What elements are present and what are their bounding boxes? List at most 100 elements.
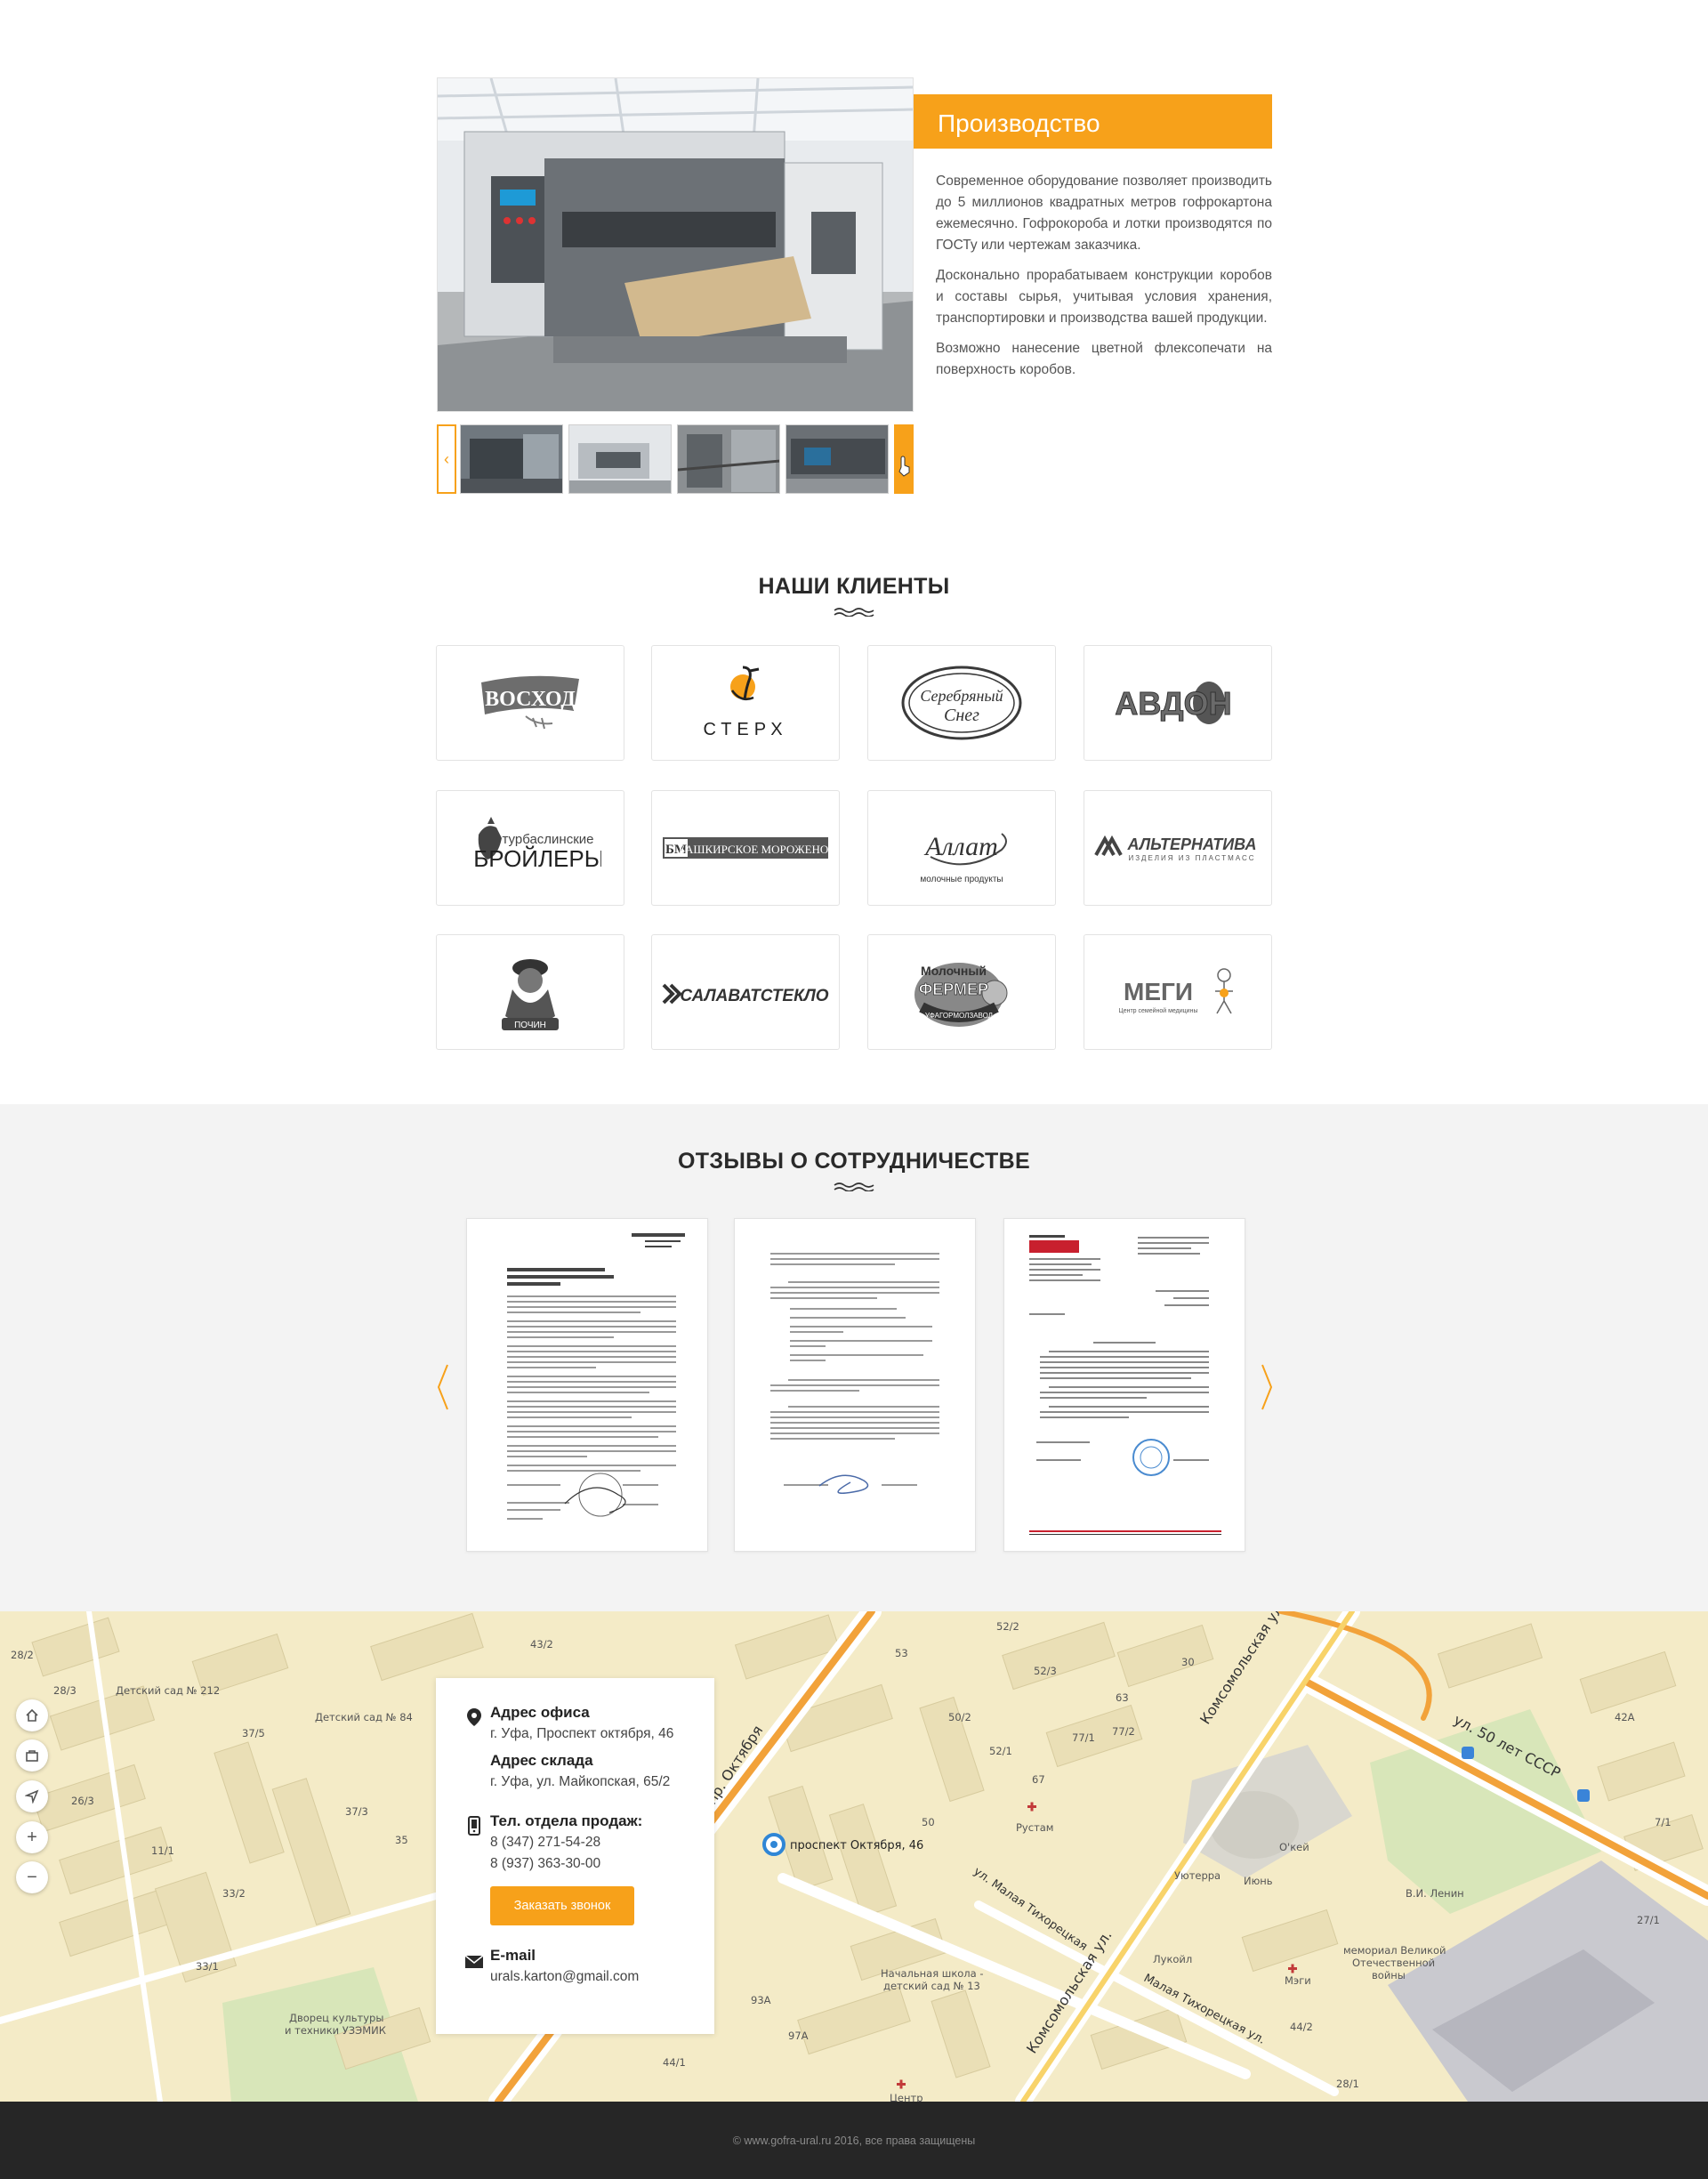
- map-house-number: 43/2: [530, 1638, 553, 1650]
- client-logo-text: Молочный: [921, 964, 987, 978]
- production-main-photo: [437, 77, 914, 412]
- thumbnail[interactable]: [460, 424, 563, 494]
- map-house-number: 33/2: [222, 1887, 246, 1900]
- client-logo-text: Центр семейной медицины: [1119, 1007, 1198, 1014]
- thumbnail[interactable]: [568, 424, 672, 494]
- client-logo-molochny-fermer[interactable]: Молочный ФЕРМЕР УФАГОРМОЛЗАВОД: [867, 934, 1056, 1050]
- map-house-number: 37/3: [345, 1805, 368, 1818]
- review-letter-2[interactable]: [734, 1218, 976, 1552]
- client-logo-avdon[interactable]: АВДОН: [1084, 645, 1272, 761]
- thumbs-next-button[interactable]: [894, 424, 914, 494]
- footer: © www.gofra-ural.ru 2016, все права защи…: [0, 2102, 1708, 2179]
- map-place-label: Дворец культуры: [289, 2012, 384, 2024]
- client-logo-text: СТЕРХ: [703, 720, 787, 739]
- client-logo-serebryany-sneg[interactable]: Серебряный Снег: [867, 645, 1056, 761]
- map-place-label: Начальная школа -: [881, 1967, 984, 1980]
- email-value[interactable]: urals.karton@gmail.com: [490, 1966, 639, 1988]
- map-house-number: 30: [1181, 1656, 1195, 1668]
- reviews-prev-arrow-icon[interactable]: [434, 1360, 452, 1414]
- phone-number[interactable]: 8 (347) 271-54-28: [490, 1832, 642, 1853]
- map-place-label: мемориал Великой: [1343, 1944, 1446, 1957]
- production-paragraph: Современное оборудование позволяет произ…: [936, 174, 1272, 253]
- map-house-number: 28/1: [1336, 2078, 1359, 2090]
- client-logo-pochin[interactable]: ПОЧИН: [436, 934, 624, 1050]
- phone-label: Тел. отдела продаж:: [490, 1812, 643, 1829]
- map-house-number: 27/1: [1637, 1914, 1660, 1926]
- phone-block: Тел. отдела продаж: 8 (347) 271-54-28 8 …: [490, 1811, 642, 1875]
- order-call-button[interactable]: Заказать звонок: [490, 1886, 634, 1925]
- map-zoom-out-button[interactable]: −: [16, 1861, 48, 1893]
- map-house-number: 63: [1116, 1691, 1129, 1704]
- map-place-label: и техники УЗЭМИК: [285, 2024, 386, 2037]
- review-letter-3[interactable]: [1003, 1218, 1245, 1552]
- map-section[interactable]: пр. Октября Комсомольская ул. Комсомольс…: [0, 1611, 1708, 2102]
- thumbnail[interactable]: [786, 424, 889, 494]
- client-logo-text: Снег: [944, 706, 979, 725]
- client-logo-text: ВОСХОД: [485, 688, 576, 711]
- client-logo-alternativa[interactable]: АЛЬТЕРНАТИВА ИЗДЕЛИЯ ИЗ ПЛАСТМАСС: [1084, 790, 1272, 906]
- map-house-number: 42А: [1615, 1711, 1635, 1723]
- client-logo-text: МЕГИ: [1124, 978, 1193, 1005]
- client-logo-text: БАШКИРСКОЕ МОРОЖЕНОЕ: [679, 843, 830, 856]
- map-place-label: О'кей: [1279, 1841, 1309, 1853]
- reviews-title: ОТЗЫВЫ О СОТРУДНИЧЕСТВЕ: [678, 1149, 1030, 1174]
- map-house-number: 67: [1032, 1773, 1045, 1786]
- map-layers-icon[interactable]: [16, 1739, 48, 1771]
- map-house-number: 28/3: [53, 1684, 77, 1697]
- thumbs-prev-button[interactable]: ‹: [437, 424, 456, 494]
- thumbnail[interactable]: [677, 424, 780, 494]
- map-house-number: 50/2: [948, 1711, 971, 1723]
- client-logo-text: УФАГОРМОЛЗАВОД: [925, 1012, 994, 1020]
- email-label: E-mail: [490, 1947, 536, 1964]
- map-house-number: 37/5: [242, 1727, 265, 1739]
- wave-divider-icon: [834, 608, 874, 617]
- map-house-number: 93А: [751, 1994, 771, 2006]
- map-place-label: Детский сад № 84: [315, 1711, 413, 1723]
- office-address-value: г. Уфа, Проспект октября, 46: [490, 1726, 674, 1741]
- map-home-icon[interactable]: [16, 1699, 48, 1731]
- map-place-label: войны: [1372, 1969, 1406, 1981]
- production-section: ‹ Производство Современное оборудование …: [0, 0, 1708, 543]
- map-place-label: Лукойл: [1153, 1953, 1193, 1965]
- reviews-next-arrow-icon[interactable]: [1258, 1360, 1276, 1414]
- map-canvas[interactable]: [0, 1611, 1708, 2102]
- client-logo-turbaslinskie-broilery[interactable]: турбаслинские БРОЙЛЕРЫ: [436, 790, 624, 906]
- client-logo-sterkh[interactable]: СТЕРХ: [651, 645, 840, 761]
- client-logo-voskhod[interactable]: ВОСХОД: [436, 645, 624, 761]
- email-icon: [464, 1955, 484, 1968]
- map-house-number: 97А: [788, 2030, 809, 2042]
- map-place-label: Мэги: [1285, 1974, 1311, 1987]
- production-thumbnails: ‹: [437, 424, 914, 494]
- client-logo-text: БРОЙЛЕРЫ: [473, 845, 601, 872]
- map-zoom-in-button[interactable]: +: [16, 1821, 48, 1853]
- client-logo-text: ФЕРМЕР: [919, 981, 988, 998]
- map-house-number: 35: [395, 1834, 408, 1846]
- client-logo-megi[interactable]: МЕГИ Центр семейной медицины: [1084, 934, 1272, 1050]
- phone-number[interactable]: 8 (937) 363-30-00: [490, 1853, 642, 1875]
- map-locate-icon[interactable]: [16, 1780, 48, 1812]
- map-house-number: 11/1: [151, 1844, 174, 1857]
- reviews-section: ОТЗЫВЫ О СОТРУДНИЧЕСТВЕ: [0, 1104, 1708, 1611]
- map-house-number: 28/2: [11, 1649, 34, 1661]
- client-logo-salavatsteklo[interactable]: САЛАВАТСТЕКЛО: [651, 934, 840, 1050]
- map-house-number: 26/3: [71, 1795, 94, 1807]
- map-place-label: В.И. Ленин: [1406, 1887, 1464, 1900]
- review-letter-1[interactable]: [466, 1218, 708, 1552]
- map-house-number: 44/2: [1290, 2021, 1313, 2033]
- client-logo-bashkirskoe-morozhenoe[interactable]: БМ БАШКИРСКОЕ МОРОЖЕНОЕ: [651, 790, 840, 906]
- map-place-label: Рустам: [1016, 1821, 1054, 1834]
- client-logo-text: Серебряный: [920, 687, 1003, 705]
- map-house-number: 77/1: [1072, 1731, 1095, 1744]
- map-house-number: 50: [922, 1816, 935, 1828]
- map-place-label: детский сад № 13: [883, 1980, 980, 1992]
- map-marker-label: проспект Октября, 46: [790, 1839, 924, 1852]
- client-logo-text: ПОЧИН: [514, 1021, 546, 1030]
- map-place-label: Июнь: [1244, 1875, 1273, 1887]
- client-logo-text: молочные продукты: [920, 875, 1003, 884]
- office-address-block: Адрес офиса г. Уфа, Проспект октября, 46…: [490, 1702, 673, 1793]
- map-house-number: 52/3: [1034, 1665, 1057, 1677]
- clients-title: НАШИ КЛИЕНТЫ: [758, 574, 950, 599]
- client-logo-text: АВДОН: [1115, 685, 1231, 722]
- phone-icon: [468, 1816, 480, 1836]
- client-logo-allat[interactable]: Аллат молочные продукты: [867, 790, 1056, 906]
